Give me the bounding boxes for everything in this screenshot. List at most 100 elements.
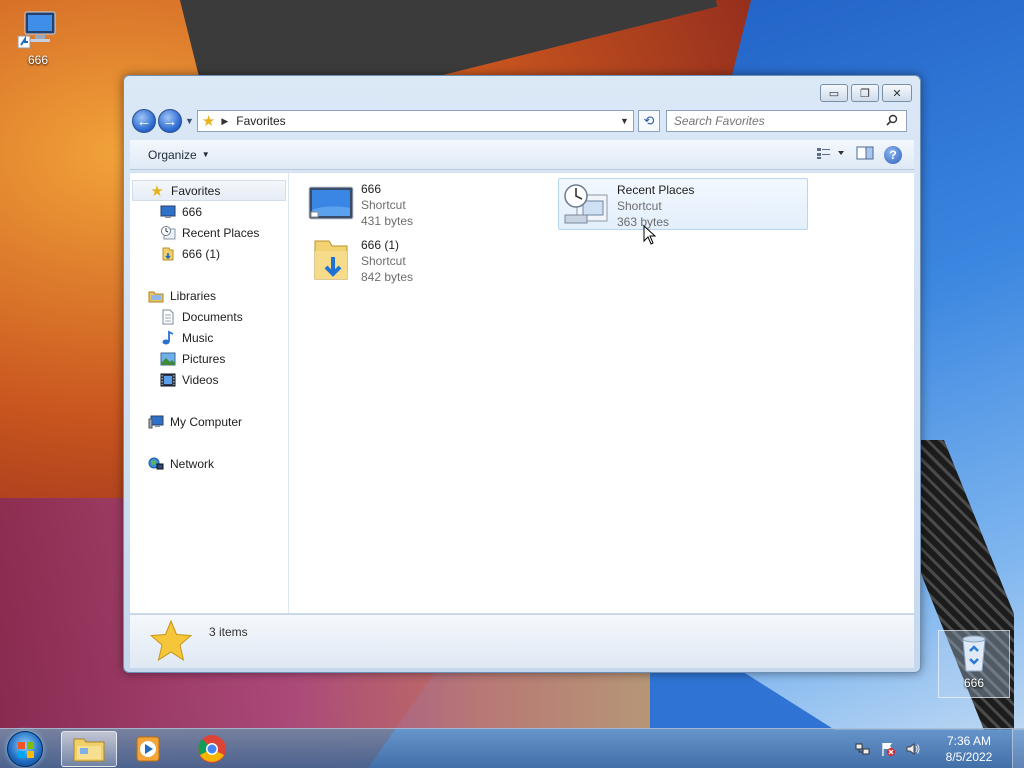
recent-places-icon: [160, 225, 176, 241]
mouse-cursor-icon: [643, 224, 657, 248]
arrow-left-icon: ←: [136, 112, 152, 130]
favorites-star-icon: [149, 619, 193, 666]
nav-label: Documents: [182, 309, 243, 324]
help-icon[interactable]: ?: [884, 145, 902, 164]
monitor-shortcut-icon: [306, 181, 356, 227]
address-bar[interactable]: ★ ▶ Favorites ▼: [196, 110, 634, 132]
nav-item-pictures[interactable]: Pictures: [130, 348, 288, 369]
taskbar-explorer-button[interactable]: [61, 731, 117, 767]
close-button[interactable]: ✕: [882, 84, 912, 102]
details-pane: 3 items: [130, 614, 914, 668]
maximize-button[interactable]: ❐: [851, 84, 879, 102]
nav-label: 666: [182, 204, 203, 219]
taskbar-media-player-button[interactable]: [121, 731, 177, 767]
nav-item-documents[interactable]: Documents: [130, 306, 288, 327]
computer-icon: [148, 414, 164, 430]
nav-item-666-1[interactable]: 666 (1): [130, 243, 288, 264]
taskbar-chrome-button[interactable]: [184, 731, 240, 767]
document-icon: [160, 309, 176, 325]
file-type: Shortcut: [361, 198, 406, 212]
windows-logo-icon: [18, 742, 34, 758]
folder-shortcut-icon: [160, 246, 176, 262]
nav-label: My Computer: [170, 414, 243, 429]
network-icon: [148, 456, 164, 472]
file-type: Shortcut: [361, 254, 406, 268]
media-player-icon: [136, 736, 160, 762]
nav-label: Libraries: [170, 288, 217, 303]
show-desktop-button[interactable]: [1012, 729, 1024, 768]
nav-item-666[interactable]: 666: [130, 201, 288, 222]
folder-shortcut-icon: [306, 237, 356, 283]
monitor-icon: [160, 204, 176, 220]
desktop-icon-label: 666: [963, 676, 985, 690]
item-count: 3 items: [209, 625, 248, 639]
preview-pane-icon[interactable]: [856, 146, 874, 163]
file-item-666-1[interactable]: 666 (1) Shortcut 842 bytes: [303, 234, 543, 286]
nav-item-music[interactable]: Music: [130, 327, 288, 348]
organize-label: Organize: [148, 147, 197, 162]
clock-time: 7:36 AM: [946, 734, 992, 748]
start-button[interactable]: [7, 731, 43, 767]
taskbar: 7:36 AM 8/5/2022: [0, 728, 1024, 768]
nav-label: Videos: [182, 372, 219, 387]
search-icon[interactable]: [886, 114, 898, 129]
network-tray-icon[interactable]: [853, 739, 873, 759]
desktop-icon-recycle-bin[interactable]: 666: [938, 630, 1010, 698]
star-icon: ★: [150, 182, 164, 200]
nav-label: Network: [170, 456, 215, 471]
arrow-right-icon: →: [162, 112, 178, 130]
recent-places-icon: [562, 182, 612, 228]
nav-item-recent-places[interactable]: Recent Places: [130, 222, 288, 243]
nav-label: Music: [182, 330, 214, 345]
file-list: 666 Shortcut 431 bytes Recent Places Sho…: [289, 173, 914, 613]
explorer-window[interactable]: ▭ ❐ ✕ ← → ▼ ★ ▶ Favorites ▼ ⟲ Organize ▼: [123, 75, 921, 673]
history-dropdown-icon[interactable]: ▼: [185, 116, 194, 126]
nav-favorites[interactable]: ★ Favorites: [132, 180, 286, 201]
file-name: Recent Places: [617, 183, 695, 197]
navigation-pane: ★ Favorites 666 Recent Places 666 (1) Li…: [130, 173, 289, 613]
file-name: 666 (1): [361, 238, 400, 252]
file-item-recent-places[interactable]: Recent Places Shortcut 363 bytes: [558, 178, 808, 230]
recycle-bin-icon: [953, 633, 995, 673]
desktop-icon-label: 666: [27, 53, 49, 67]
clock-date: 8/5/2022: [945, 750, 993, 764]
organize-button[interactable]: Organize ▼: [148, 148, 210, 162]
favorites-star-icon: ★: [201, 113, 216, 130]
command-bar: Organize ▼ ?: [130, 140, 914, 170]
computer-shortcut-icon: [17, 10, 59, 50]
file-size: 431 bytes: [361, 214, 414, 228]
nav-item-videos[interactable]: Videos: [130, 369, 288, 390]
nav-label: 666 (1): [182, 246, 221, 261]
file-item-666[interactable]: 666 Shortcut 431 bytes: [303, 178, 543, 230]
address-dropdown-icon[interactable]: ▼: [620, 116, 629, 126]
nav-libraries[interactable]: Libraries: [130, 285, 288, 306]
file-size: 842 bytes: [361, 270, 414, 284]
music-note-icon: [160, 330, 176, 346]
nav-label: Recent Places: [182, 225, 260, 240]
nav-network[interactable]: Network: [130, 453, 288, 474]
window-controls: ▭ ❐ ✕: [820, 84, 912, 102]
nav-label: Favorites: [171, 183, 221, 198]
volume-icon[interactable]: [903, 739, 923, 759]
navigation-bar: ← → ▼ ★ ▶ Favorites ▼ ⟲: [132, 108, 912, 134]
file-name: 666: [361, 182, 382, 196]
search-input[interactable]: [665, 110, 907, 132]
clock[interactable]: 7:36 AM 8/5/2022: [934, 733, 1004, 765]
file-explorer-icon: [73, 738, 105, 762]
desktop-icon-666[interactable]: 666: [2, 10, 74, 67]
breadcrumb-favorites[interactable]: Favorites: [236, 114, 285, 128]
refresh-icon: ⟲: [643, 113, 655, 128]
forward-button[interactable]: →: [158, 109, 182, 133]
caret-down-icon: ▼: [201, 150, 210, 159]
action-center-flag-icon[interactable]: [878, 739, 898, 759]
file-type: Shortcut: [617, 199, 662, 213]
nav-label: Pictures: [182, 351, 226, 366]
back-button[interactable]: ←: [132, 109, 156, 133]
refresh-button[interactable]: ⟲: [637, 110, 660, 132]
minimize-button[interactable]: ▭: [820, 84, 848, 102]
video-icon: [160, 372, 176, 388]
breadcrumb-chevron-icon[interactable]: ▶: [221, 116, 228, 127]
view-options-icon[interactable]: [816, 146, 846, 163]
nav-my-computer[interactable]: My Computer: [130, 411, 288, 432]
picture-icon: [160, 351, 176, 367]
